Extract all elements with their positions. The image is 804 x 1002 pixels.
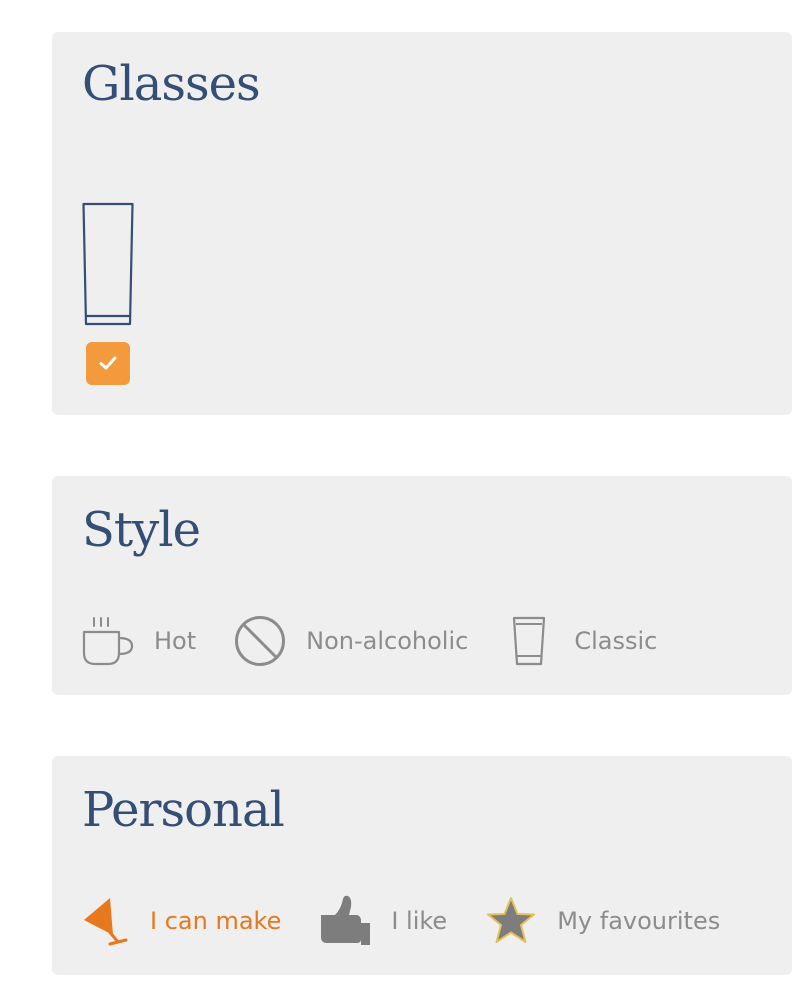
thumbs-up-icon <box>319 895 371 947</box>
filter-i-can-make[interactable]: I can make <box>82 896 281 946</box>
personal-filter-row: I can make I like My favourites <box>82 895 720 947</box>
filter-classic[interactable]: Classic <box>506 616 657 666</box>
hot-cup-icon <box>82 616 134 666</box>
checkmark-icon <box>99 356 117 370</box>
filter-my-favourites[interactable]: My favourites <box>485 896 720 946</box>
personal-panel: Personal I can make I like My favourites <box>52 756 792 975</box>
filter-my-favourites-label: My favourites <box>557 907 721 935</box>
personal-title: Personal <box>82 782 285 838</box>
filter-non-alcoholic[interactable]: Non-alcoholic <box>234 615 468 667</box>
filter-hot-label: Hot <box>154 627 197 655</box>
filter-classic-label: Classic <box>574 627 658 655</box>
filter-non-alcoholic-label: Non-alcoholic <box>306 627 469 655</box>
highball-glass-icon[interactable] <box>82 202 134 326</box>
glasses-title: Glasses <box>82 56 261 112</box>
prohibited-icon <box>234 615 286 667</box>
classic-glass-icon <box>512 616 546 666</box>
style-title: Style <box>82 502 201 558</box>
glass-checkbox[interactable] <box>86 342 130 385</box>
filter-i-can-make-label: I can make <box>150 907 282 935</box>
filter-i-like-label: I like <box>391 907 448 935</box>
glasses-panel: Glasses <box>52 32 792 415</box>
star-icon <box>485 896 537 946</box>
style-filter-row: Hot Non-alcoholic Classic <box>82 615 657 667</box>
style-panel: Style Hot Non-alcoholic Classic <box>52 476 792 695</box>
filter-hot[interactable]: Hot <box>82 616 196 666</box>
filter-i-like[interactable]: I like <box>319 895 447 947</box>
cocktail-glass-icon <box>82 896 130 946</box>
